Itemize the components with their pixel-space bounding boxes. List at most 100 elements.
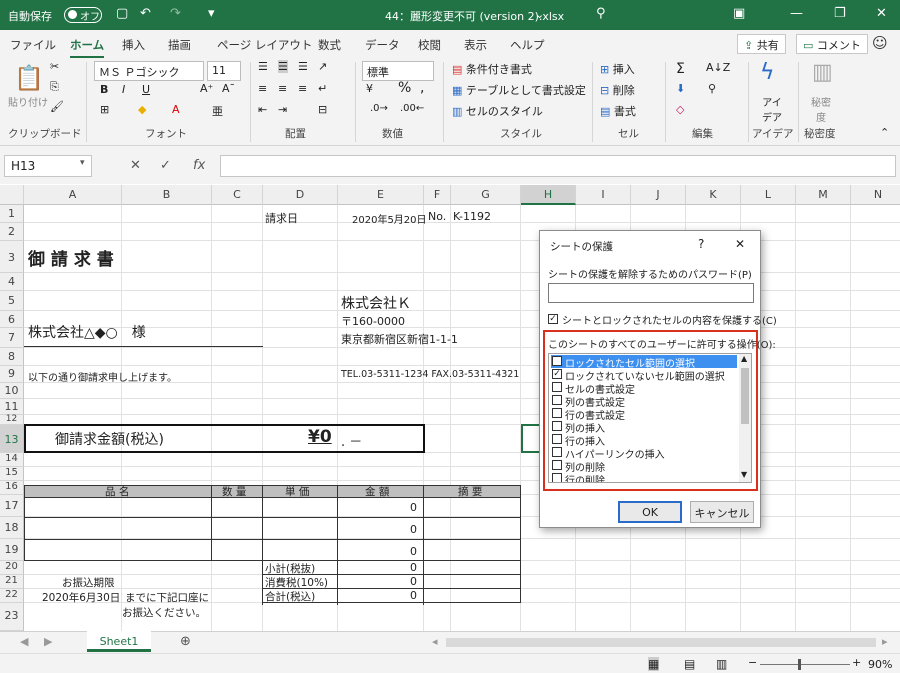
format-painter-icon[interactable]: 🖌 (50, 100, 64, 113)
tab-formulas[interactable]: 数式 (318, 37, 341, 53)
minimize-icon[interactable]: — (790, 6, 803, 21)
col-header-i[interactable]: I (576, 185, 631, 205)
row-header[interactable]: 4 (0, 273, 24, 291)
cell-f1[interactable]: No. (428, 210, 446, 223)
prev-sheet-icon[interactable]: ◀ (20, 635, 28, 648)
format-as-table-button[interactable]: ▦ テーブルとして書式設定 (452, 82, 586, 98)
tab-draw[interactable]: 描画 (168, 37, 191, 53)
subtotal-value[interactable]: 0 (410, 561, 417, 574)
sheet-tab-sheet1[interactable]: Sheet1 (87, 631, 151, 652)
permission-item[interactable]: 列の挿入 (551, 420, 737, 435)
row-header[interactable]: 2 (0, 223, 24, 241)
smiley-icon[interactable]: ☺ (872, 34, 888, 52)
merge-icon[interactable]: ⊟ (318, 103, 327, 116)
row-header[interactable]: 5 (0, 291, 24, 311)
row-header[interactable]: 14 (0, 453, 24, 467)
insert-cells-button[interactable]: ⊞ 挿入 (600, 61, 635, 77)
address[interactable]: 東京都新宿区新宿1-1-1 (341, 331, 458, 347)
undo-icon[interactable]: ↶ (140, 6, 151, 21)
find-select-icon[interactable]: ⚲ (708, 82, 716, 95)
row-header[interactable]: 11 (0, 399, 24, 415)
protect-label[interactable]: シートとロックされたセルの内容を保護する(C) (562, 312, 777, 327)
formula-input[interactable] (220, 155, 896, 177)
customer-name[interactable]: 株式会社△◆○ 様 (28, 322, 146, 342)
permissions-list[interactable]: ✓ ロックされたセル範囲の選択 ✓ ロックされていないセル範囲の選択 セルの書式設定… (548, 353, 752, 483)
ok-button[interactable]: OK (618, 501, 682, 523)
wrap-text-icon[interactable]: ↵ (318, 82, 327, 95)
cut-icon[interactable]: ✂ (50, 60, 59, 73)
row-header[interactable]: 1 (0, 205, 24, 223)
tab-data[interactable]: データ (365, 37, 400, 53)
sensitivity-button[interactable]: 秘密 度 (808, 94, 834, 124)
indent-increase-icon[interactable]: ⇥ (278, 103, 287, 116)
row-header[interactable]: 17 (0, 495, 24, 517)
row-header[interactable]: 12 (0, 415, 24, 425)
col-header-m[interactable]: M (796, 185, 851, 205)
permission-item[interactable]: ✓ ロックされていないセル範囲の選択 (551, 368, 737, 383)
normal-view-icon[interactable]: ▦ (648, 657, 660, 671)
paste-icon[interactable]: 📋 (14, 64, 44, 92)
tab-page-layout[interactable]: ページ レイアウト (217, 37, 312, 53)
permission-item[interactable]: 行の挿入 (551, 433, 737, 448)
format-cells-button[interactable]: ▤ 書式 (600, 103, 636, 119)
row-header[interactable]: 18 (0, 517, 24, 539)
scroll-down-icon[interactable]: ▼ (741, 470, 747, 479)
align-top-icon[interactable]: ☰ (258, 60, 268, 73)
row-header[interactable]: 23 (0, 603, 24, 631)
zoom-slider-thumb[interactable] (798, 659, 801, 670)
tab-home[interactable]: ホーム (70, 37, 105, 59)
tab-insert[interactable]: 挿入 (122, 37, 145, 53)
cancel-button[interactable]: キャンセル (690, 501, 754, 523)
font-color-icon[interactable]: A (172, 103, 180, 116)
next-sheet-icon[interactable]: ▶ (44, 635, 52, 648)
restore-icon[interactable]: ❐ (834, 6, 846, 21)
close-window-icon[interactable]: ✕ (876, 6, 887, 21)
col-header-l[interactable]: L (741, 185, 796, 205)
sensitivity-icon[interactable]: ▥ (812, 60, 833, 85)
indent-decrease-icon[interactable]: ⇤ (258, 103, 267, 116)
number-format-select[interactable]: 標準 (362, 61, 434, 81)
namebox-dropdown-icon[interactable]: ▾ (80, 158, 85, 168)
cell-e1[interactable]: 2020年5月20日 (352, 211, 427, 226)
copy-icon[interactable]: ⎘ (50, 80, 59, 94)
cell-a9[interactable]: 以下の通り御請求申し上げます。 (28, 369, 177, 384)
row-header[interactable]: 15 (0, 467, 24, 481)
permission-item[interactable]: ✓ ロックされたセル範囲の選択 (551, 355, 737, 370)
tab-view[interactable]: 表示 (464, 37, 487, 53)
col-header-b[interactable]: B (122, 185, 212, 205)
ideas-button[interactable]: アイデア (760, 94, 784, 124)
amount-row-18[interactable]: 0 (410, 523, 417, 536)
col-header-h[interactable]: H (521, 185, 576, 205)
share-button[interactable]: ⇪ 共有 (737, 34, 786, 54)
align-left-icon[interactable]: ≡ (258, 82, 267, 95)
delete-cells-button[interactable]: ⊟ 削除 (600, 82, 635, 98)
sort-filter-icon[interactable]: A↓Z (706, 61, 730, 74)
col-header-j[interactable]: J (631, 185, 686, 205)
redo-icon[interactable]: ↷ (170, 6, 181, 21)
italic-button[interactable]: I (122, 83, 125, 96)
clear-icon[interactable]: ◇ (676, 103, 684, 116)
permission-item[interactable]: 列の削除 (551, 459, 737, 474)
row-header[interactable]: 8 (0, 348, 24, 366)
row-header[interactable]: 19 (0, 539, 24, 561)
col-header-e[interactable]: E (338, 185, 424, 205)
title-dropdown-icon[interactable]: ⌄ (535, 8, 544, 21)
col-header-k[interactable]: K (686, 185, 741, 205)
amount-row-19[interactable]: 0 (410, 545, 417, 558)
align-center-icon[interactable]: ≡ (278, 82, 287, 95)
col-header-c[interactable]: C (212, 185, 263, 205)
font-grow-icon[interactable]: A⁺ (200, 82, 213, 95)
row-header[interactable]: 22 (0, 589, 24, 603)
row-header[interactable]: 16 (0, 481, 24, 495)
qat-customize-icon[interactable]: ▾ (208, 6, 215, 21)
amount-row-17[interactable]: 0 (410, 501, 417, 514)
permission-item[interactable]: ハイパーリンクの挿入 (551, 446, 737, 461)
paste-button[interactable]: 貼り付け (8, 94, 48, 109)
currency-icon[interactable]: ¥ (366, 82, 373, 95)
zoom-level[interactable]: 90% (868, 658, 892, 671)
autosave-toggle[interactable]: オフ (64, 7, 102, 23)
protect-checkbox[interactable]: ✓ (548, 314, 558, 324)
tab-file[interactable]: ファイル (10, 37, 56, 53)
conditional-format-button[interactable]: ▤ 条件付き書式 (452, 61, 532, 77)
col-header-a[interactable]: A (24, 185, 122, 205)
